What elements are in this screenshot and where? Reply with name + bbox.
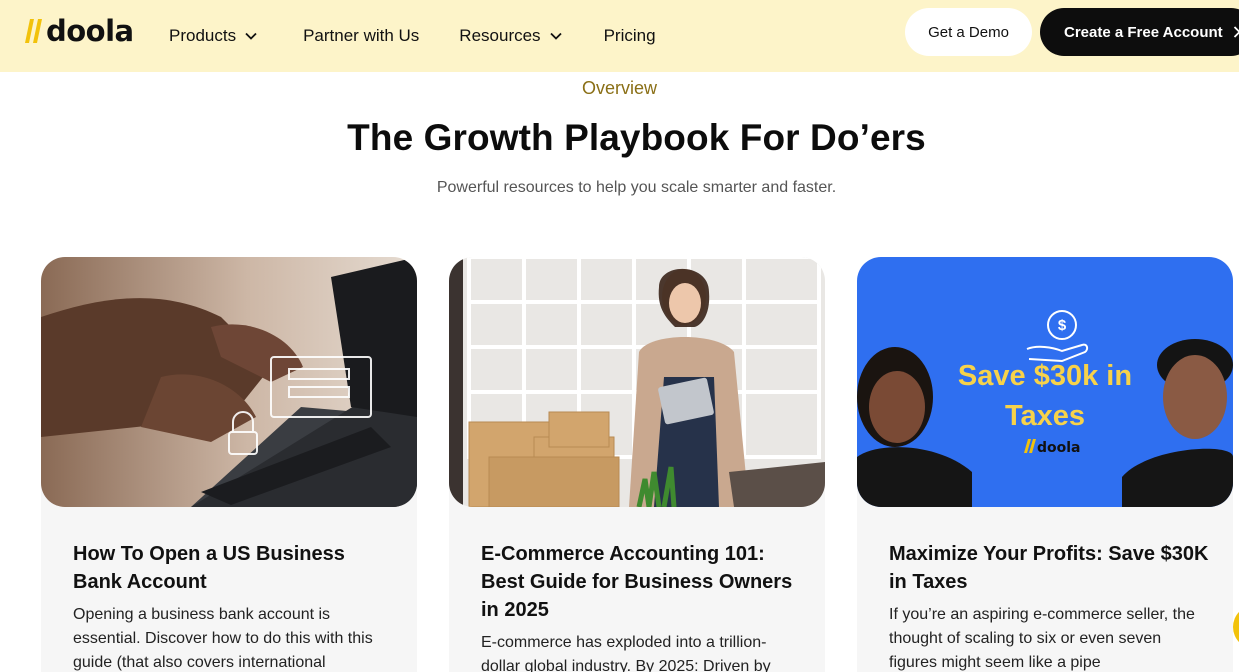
nav-resources[interactable]: Resources	[459, 26, 562, 46]
site-header: doola Products Partner with Us Resources…	[0, 0, 1239, 72]
svg-text:$: $	[1058, 317, 1067, 334]
article-card[interactable]: E-Commerce Accounting 101: Best Guide fo…	[449, 257, 825, 672]
nav-products[interactable]: Products	[169, 26, 257, 46]
nav-pricing[interactable]: Pricing	[604, 26, 656, 46]
chevron-right-icon	[1233, 26, 1239, 38]
card-description: E-commerce has exploded into a trillion-…	[481, 634, 771, 672]
card-title: E-Commerce Accounting 101: Best Guide fo…	[481, 543, 793, 621]
create-free-account-button[interactable]: Create a Free Account	[1040, 8, 1239, 56]
logo-slashes-icon	[25, 19, 42, 43]
nav-partner-label: Partner with Us	[303, 26, 420, 45]
woman-with-boxes-image	[449, 257, 825, 507]
create-free-account-label: Create a Free Account	[1064, 23, 1223, 41]
nav-resources-label: Resources	[459, 26, 541, 45]
logo-wordmark: doola	[46, 13, 134, 48]
article-card[interactable]: How To Open a US Business Bank Account O…	[41, 257, 417, 672]
main-nav: Products Partner with Us Resources Prici…	[169, 0, 656, 72]
nav-pricing-label: Pricing	[603, 26, 656, 45]
chevron-down-icon	[245, 32, 257, 40]
promo-headline-line1: Save $30k in	[958, 360, 1132, 392]
nav-partner-with-us[interactable]: Partner with Us	[303, 26, 419, 46]
promo-headline-line2: Taxes	[1005, 400, 1085, 432]
chat-widget-button[interactable]	[1233, 605, 1239, 649]
get-a-demo-label: Get a Demo	[928, 23, 1009, 41]
card-description: Opening a business bank account is essen…	[73, 606, 373, 671]
article-card[interactable]: $ Save $30k in Taxes doola Maximize Your…	[857, 257, 1233, 672]
laptop-security-image	[41, 257, 417, 507]
card-title: Maximize Your Profits: Save $30K in Taxe…	[889, 543, 1209, 593]
promo-banner-image: $ Save $30k in Taxes doola	[857, 257, 1233, 507]
nav-products-label: Products	[169, 26, 237, 45]
page-title: The Growth Playbook For Do’ers	[347, 117, 926, 158]
card-description: If you’re an aspiring e-commerce seller,…	[889, 606, 1195, 671]
section-eyebrow: Overview	[581, 78, 657, 98]
page-subtitle: Powerful resources to help you scale sma…	[436, 179, 837, 196]
doola-logo[interactable]: doola	[24, 14, 134, 48]
promo-logo-text: doola	[1037, 440, 1081, 456]
chevron-down-icon	[549, 32, 562, 40]
get-a-demo-button[interactable]: Get a Demo	[905, 8, 1032, 56]
card-title: How To Open a US Business Bank Account	[73, 543, 345, 593]
